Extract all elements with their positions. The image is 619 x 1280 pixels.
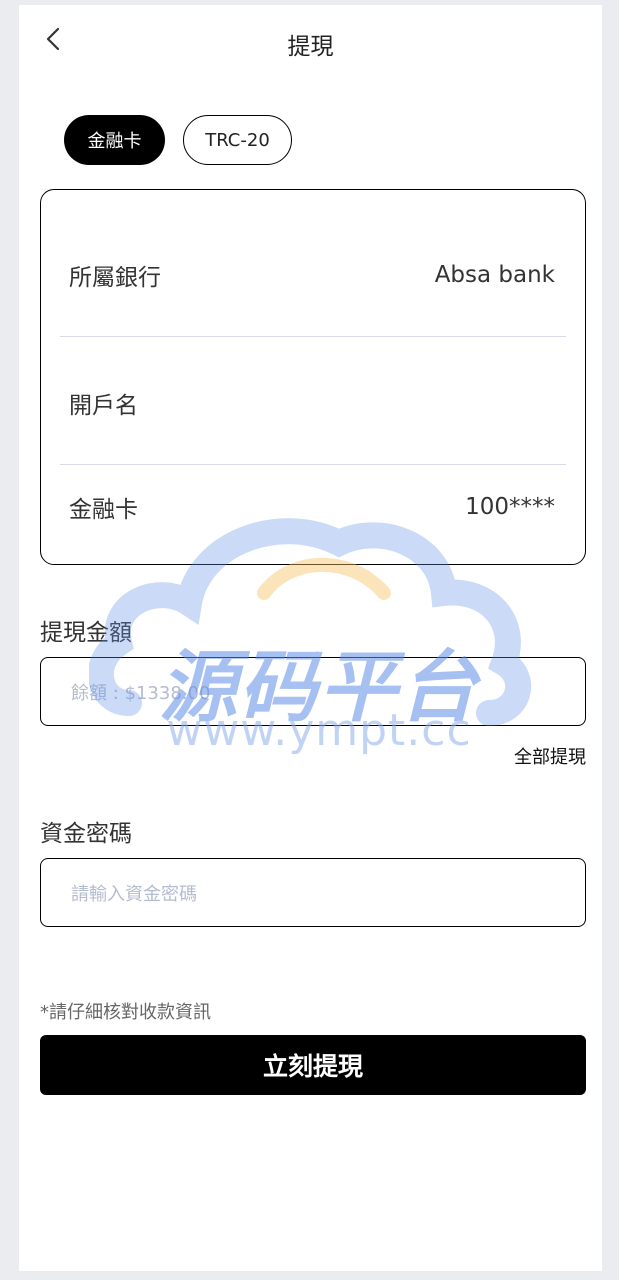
fund-password-input[interactable]: 請輸入資金密碼 <box>40 858 586 927</box>
card-number-row: 金融卡 100**** <box>69 490 555 524</box>
amount-input[interactable]: 餘額 : $1338.00 <box>40 657 586 726</box>
bank-card-info: 所屬銀行 Absa bank 開戶名 金融卡 100**** <box>40 189 586 565</box>
amount-placeholder: 餘額 : $1338.00 <box>71 682 211 704</box>
withdraw-page: 提現 金融卡 TRC-20 所屬銀行 Absa bank 開戶名 金融卡 100… <box>19 5 602 1271</box>
amount-label: 提現金額 <box>40 620 132 646</box>
bank-value: Absa bank <box>434 262 555 288</box>
account-name-label: 開戶名 <box>69 393 138 419</box>
divider <box>60 464 566 465</box>
account-name-row: 開戶名 <box>69 386 555 420</box>
submit-withdraw-button[interactable]: 立刻提現 <box>40 1035 586 1095</box>
payment-method-tabs: 金融卡 TRC-20 <box>64 115 310 165</box>
password-placeholder: 請輸入資金密碼 <box>71 883 197 905</box>
tab-trc20[interactable]: TRC-20 <box>183 115 292 165</box>
tab-bank-card[interactable]: 金融卡 <box>64 115 165 165</box>
verification-note: *請仔細核對收款資訊 <box>40 1002 211 1023</box>
withdraw-all-button[interactable]: 全部提現 <box>514 743 586 769</box>
header: 提現 <box>19 5 602 75</box>
password-label: 資金密碼 <box>40 821 132 847</box>
bank-label: 所屬銀行 <box>69 265 161 291</box>
divider <box>60 336 566 337</box>
card-label: 金融卡 <box>69 497 138 523</box>
card-value: 100**** <box>465 494 555 520</box>
page-title: 提現 <box>287 34 334 60</box>
bank-row: 所屬銀行 Absa bank <box>69 258 555 292</box>
